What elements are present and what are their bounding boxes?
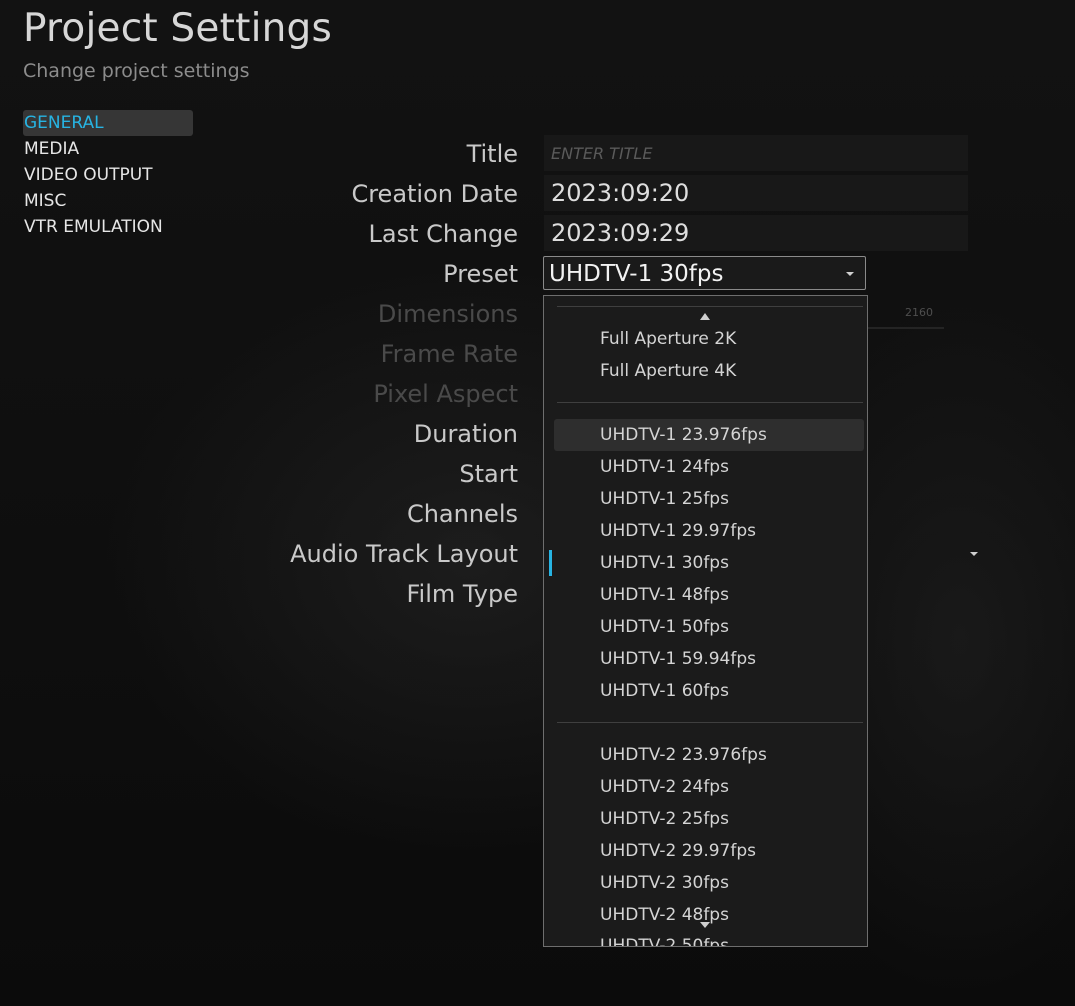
scroll-down-arrow-icon[interactable] (700, 922, 710, 928)
creation-date-label: Creation Date (351, 180, 518, 208)
frame-rate-label: Frame Rate (380, 340, 518, 368)
nav-item-misc[interactable]: MISC (23, 188, 193, 214)
title-field (544, 135, 968, 171)
preset-option[interactable]: Full Aperture 4K (554, 355, 864, 387)
preset-option[interactable]: UHDTV-1 59.94fps (554, 643, 864, 675)
selected-indicator (549, 550, 552, 576)
dropdown-separator (557, 402, 863, 403)
dimensions-label: Dimensions (377, 300, 518, 328)
film-type-label: Film Type (406, 580, 518, 608)
page-title: Project Settings (23, 6, 332, 51)
last-change-field: 2023:09:29 (544, 215, 968, 251)
preset-option[interactable]: UHDTV-1 60fps (554, 675, 864, 707)
creation-date-field: 2023:09:20 (544, 175, 968, 211)
title-input[interactable] (544, 135, 968, 171)
preset-option-selected[interactable]: UHDTV-1 30fps (554, 547, 864, 579)
preset-option[interactable]: UHDTV-1 48fps (554, 579, 864, 611)
creation-date-value: 2023:09:20 (551, 179, 690, 207)
preset-option[interactable]: UHDTV-2 24fps (554, 771, 864, 803)
last-change-label: Last Change (368, 220, 518, 248)
nav-item-video-output[interactable]: VIDEO OUTPUT (23, 162, 193, 188)
preset-selected-value: UHDTV-1 30fps (549, 261, 724, 287)
settings-nav: GENERAL MEDIA VIDEO OUTPUT MISC VTR EMUL… (23, 110, 193, 240)
preset-option[interactable]: UHDTV-2 25fps (554, 803, 864, 835)
chevron-down-icon (846, 272, 854, 276)
start-label: Start (459, 460, 518, 488)
preset-option[interactable]: UHDTV-1 29.97fps (554, 515, 864, 547)
preset-option[interactable]: UHDTV-2 29.97fps (554, 835, 864, 867)
dimensions-height-value: 2160 (905, 306, 933, 319)
preset-label: Preset (443, 260, 518, 288)
project-settings-screen: Project Settings Change project settings… (0, 0, 1075, 1006)
preset-option[interactable]: UHDTV-2 30fps (554, 867, 864, 899)
nav-item-vtr-emulation[interactable]: VTR EMULATION (23, 214, 193, 240)
preset-option[interactable]: UHDTV-2 23.976fps (554, 739, 864, 771)
duration-label: Duration (413, 420, 518, 448)
preset-option[interactable]: UHDTV-1 50fps (554, 611, 864, 643)
preset-dropdown-list: Full Aperture 2K Full Aperture 4K UHDTV-… (543, 295, 868, 947)
audio-track-layout-label: Audio Track Layout (290, 540, 518, 568)
preset-option[interactable]: UHDTV-1 25fps (554, 483, 864, 515)
scroll-up-arrow-icon[interactable] (700, 313, 710, 320)
audio-track-layout-chevron-down-icon[interactable] (970, 552, 978, 556)
preset-option-hovered[interactable]: UHDTV-1 23.976fps (554, 419, 864, 451)
dropdown-separator (557, 722, 863, 723)
dimensions-divider (866, 327, 944, 329)
last-change-value: 2023:09:29 (551, 219, 690, 247)
title-label: Title (466, 140, 518, 168)
preset-option[interactable]: UHDTV-1 24fps (554, 451, 864, 483)
nav-item-general[interactable]: GENERAL (23, 110, 193, 136)
page-subtitle: Change project settings (23, 60, 250, 82)
preset-select[interactable]: UHDTV-1 30fps (543, 256, 866, 290)
preset-option-partial[interactable]: UHDTV-2 50fps (554, 930, 864, 946)
nav-item-media[interactable]: MEDIA (23, 136, 193, 162)
preset-option[interactable]: Full Aperture 2K (554, 323, 864, 355)
channels-label: Channels (406, 500, 518, 528)
pixel-aspect-label: Pixel Aspect (373, 380, 518, 408)
dropdown-separator (557, 306, 863, 307)
